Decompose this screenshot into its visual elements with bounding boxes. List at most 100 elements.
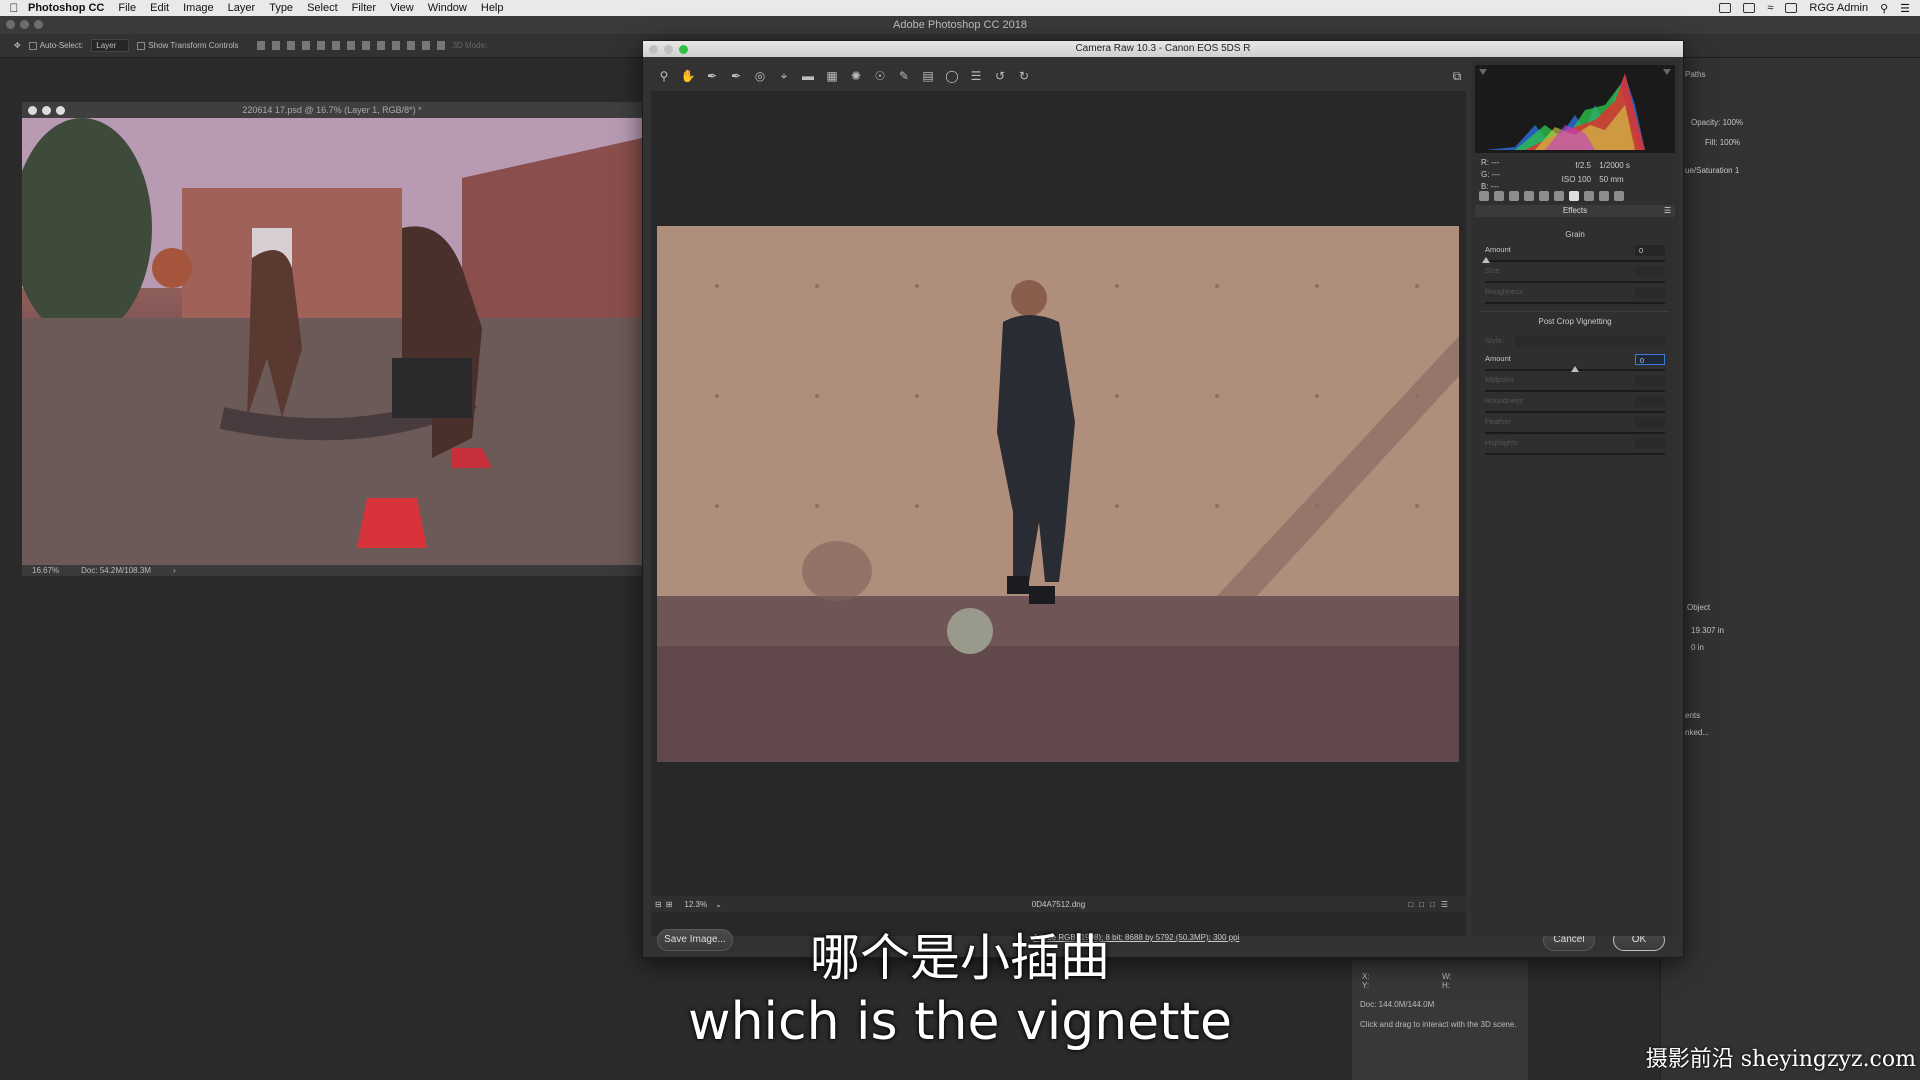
presets-tab-icon bbox=[1599, 191, 1609, 201]
app-title: Adobe Photoshop CC 2018 bbox=[893, 19, 1027, 31]
width-value[interactable]: 19.307 in bbox=[1691, 626, 1724, 635]
graduated-filter-icon[interactable]: ▤ bbox=[921, 69, 935, 83]
site-watermark: 摄影前沿 sheyingzyz.com bbox=[1645, 1047, 1916, 1072]
fullscreen-icon[interactable]: ⧉ bbox=[1450, 69, 1464, 83]
menu-help[interactable]: Help bbox=[481, 2, 504, 14]
rotate-cw-icon[interactable]: ↻ bbox=[1017, 69, 1031, 83]
airplay-icon[interactable] bbox=[1785, 3, 1798, 13]
apple-icon[interactable]:  bbox=[0, 1, 28, 15]
calibration-tab-icon bbox=[1584, 191, 1594, 201]
before-after-icons[interactable]: □□□☰ bbox=[1408, 900, 1454, 909]
transform-tool-icon[interactable]: ▦ bbox=[825, 69, 839, 83]
adjustment-brush-icon[interactable]: ✎ bbox=[897, 69, 911, 83]
spot-removal-tool-icon[interactable]: ✺ bbox=[849, 69, 863, 83]
subtitle-chinese: 哪个是小插曲 bbox=[810, 929, 1110, 987]
soccer-photo-preview[interactable] bbox=[657, 226, 1459, 762]
panel-menu-icon[interactable]: ☰ bbox=[1664, 205, 1671, 217]
subtitle-english: which is the vignette bbox=[688, 992, 1232, 1052]
video-subtitles: 哪个是小插曲 which is the vignette bbox=[0, 928, 1920, 1056]
menu-view[interactable]: View bbox=[390, 2, 414, 14]
auto-select-target-dropdown[interactable]: Layer bbox=[91, 39, 130, 52]
linked-label[interactable]: nked... bbox=[1685, 728, 1709, 737]
color-sampler-tool-icon[interactable]: ✒ bbox=[729, 69, 743, 83]
focal-length: 50 mm bbox=[1599, 175, 1624, 184]
menu-extras: ≈ RGG Admin ⚲ ☰ bbox=[1719, 0, 1910, 16]
histogram bbox=[1475, 65, 1675, 153]
vignette-amount-value[interactable]: 0 bbox=[1635, 354, 1665, 365]
display-icon[interactable] bbox=[1743, 3, 1756, 13]
file-name: 0D4A7512.dng bbox=[1031, 899, 1086, 909]
menu-layer[interactable]: Layer bbox=[228, 2, 256, 14]
histogram-graph bbox=[1479, 69, 1671, 150]
preferences-icon[interactable]: ☰ bbox=[969, 69, 983, 83]
screen-record-icon[interactable] bbox=[1719, 3, 1732, 13]
vignette-title: Post Crop Vignetting bbox=[1538, 317, 1612, 326]
notification-icon[interactable]: ☰ bbox=[1900, 2, 1910, 15]
camera-raw-dialog[interactable]: Camera Raw 10.3 - Canon EOS 5DS R ⚲ ✋ ✒ … bbox=[642, 40, 1684, 958]
menu-image[interactable]: Image bbox=[183, 2, 214, 14]
spotlight-icon[interactable]: ⚲ bbox=[1880, 2, 1888, 15]
ents-label: ents bbox=[1685, 711, 1701, 720]
basic-tab-icon bbox=[1479, 191, 1489, 201]
app-window-controls[interactable] bbox=[6, 20, 43, 29]
chevron-right-icon[interactable]: › bbox=[173, 565, 176, 576]
split-toning-tab-icon bbox=[1539, 191, 1549, 201]
hand-tool-icon[interactable]: ✋ bbox=[681, 69, 696, 83]
layer-name[interactable]: ue/Saturation 1 bbox=[1685, 166, 1739, 175]
wifi-icon[interactable]: ≈ bbox=[1767, 2, 1773, 14]
move-tool-icon[interactable]: ✥ bbox=[14, 41, 21, 50]
straighten-tool-icon[interactable]: ▬ bbox=[801, 69, 815, 83]
user-name[interactable]: RGG Admin bbox=[1809, 2, 1868, 14]
auto-select-checkbox[interactable]: Auto-Select: bbox=[28, 41, 83, 50]
align-icons[interactable] bbox=[256, 41, 445, 50]
doc-zoom[interactable]: 16.67% bbox=[32, 565, 59, 576]
dialog-window-controls[interactable] bbox=[649, 45, 688, 54]
menu-select[interactable]: Select bbox=[307, 2, 338, 14]
crop-tool-icon[interactable]: ⌖ bbox=[777, 69, 791, 83]
white-balance-tool-icon[interactable]: ✒ bbox=[705, 69, 719, 83]
preview-bottom-bar: ⊟ ⊞ 12.3% ⌄ 0D4A7512.dng □□□☰ bbox=[651, 896, 1466, 912]
iso: ISO 100 bbox=[1561, 175, 1591, 184]
rgb-readout: R: --- G: --- B: --- bbox=[1481, 158, 1500, 191]
document-tab[interactable]: 220614 17.psd @ 16.7% (Layer 1, RGB/8*) … bbox=[22, 102, 642, 118]
menu-edit[interactable]: Edit bbox=[150, 2, 169, 14]
shutter: 1/2000 s bbox=[1599, 161, 1630, 170]
grain-amount-value[interactable]: 0 bbox=[1635, 245, 1665, 256]
document-window[interactable]: 220614 17.psd @ 16.7% (Layer 1, RGB/8*) … bbox=[22, 102, 642, 576]
grain-roughness-slider: Roughness bbox=[1485, 287, 1665, 311]
radial-filter-icon[interactable]: ◯ bbox=[945, 69, 959, 83]
show-transform-checkbox[interactable]: Show Transform Controls bbox=[137, 41, 239, 50]
camera-raw-title: Camera Raw 10.3 - Canon EOS 5DS R bbox=[1075, 43, 1251, 54]
hsl-tab-icon bbox=[1524, 191, 1534, 201]
mac-menu-bar:  Photoshop CC File Edit Image Layer Typ… bbox=[0, 0, 1920, 16]
aperture: f/2.5 bbox=[1575, 161, 1591, 170]
document-title: 220614 17.psd @ 16.7% (Layer 1, RGB/8*) … bbox=[242, 105, 422, 115]
soccer-photo-art bbox=[657, 226, 1459, 762]
camera-raw-title-bar[interactable]: Camera Raw 10.3 - Canon EOS 5DS R bbox=[643, 41, 1683, 57]
lens-tab-icon bbox=[1554, 191, 1564, 201]
targeted-adjustment-tool-icon[interactable]: ◎ bbox=[753, 69, 767, 83]
right-panel-dock: Paths Opacity: 100% Fill: 100% ue/Satura… bbox=[1660, 58, 1920, 1080]
panel-tab-icons[interactable] bbox=[1475, 191, 1675, 205]
zero-value[interactable]: 0 in bbox=[1691, 643, 1704, 652]
menu-type[interactable]: Type bbox=[269, 2, 293, 14]
tone-curve-tab-icon bbox=[1494, 191, 1504, 201]
paths-tab[interactable]: Paths bbox=[1685, 70, 1705, 79]
effects-tab-icon bbox=[1569, 191, 1579, 201]
menu-filter[interactable]: Filter bbox=[352, 2, 376, 14]
basketball-photo[interactable] bbox=[22, 118, 642, 565]
menu-file[interactable]: File bbox=[118, 2, 136, 14]
fill-row[interactable]: Fill: 100% bbox=[1705, 138, 1740, 147]
menu-window[interactable]: Window bbox=[428, 2, 467, 14]
menu-app-name[interactable]: Photoshop CC bbox=[28, 2, 104, 14]
red-eye-tool-icon[interactable]: ☉ bbox=[873, 69, 887, 83]
object-label: Object bbox=[1687, 603, 1711, 612]
exif-info: f/2.5 1/2000 s ISO 100 50 mm bbox=[1561, 159, 1630, 187]
snapshots-tab-icon bbox=[1614, 191, 1624, 201]
opacity-row[interactable]: Opacity: 100% bbox=[1691, 118, 1743, 127]
3d-mode-label: 3D Mode: bbox=[452, 41, 488, 50]
doc-size[interactable]: Doc: 54.2M/108.3M bbox=[81, 565, 151, 576]
rotate-ccw-icon[interactable]: ↺ bbox=[993, 69, 1007, 83]
vignette-highlights-slider: Highlights bbox=[1485, 438, 1665, 462]
zoom-tool-icon[interactable]: ⚲ bbox=[657, 69, 671, 83]
